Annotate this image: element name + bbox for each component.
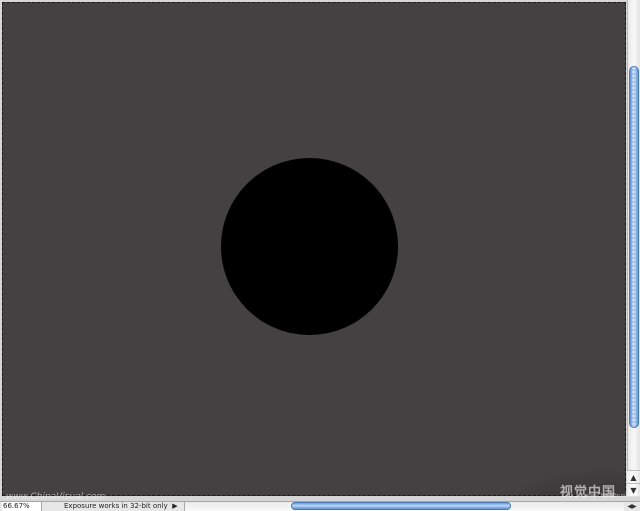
scroll-right-arrow-icon[interactable]: ▶ — [632, 503, 637, 510]
horizontal-scroll-thumb[interactable] — [291, 502, 511, 510]
status-bar: 66.67% Exposure works in 32-bit only ▶ ◀… — [0, 501, 640, 511]
black-circle-shape[interactable] — [221, 158, 398, 335]
watermark-english-text: www.ChinaVisual.com — [584, 493, 639, 499]
triangle-right-icon[interactable]: ▶ — [170, 502, 180, 511]
vertical-scroll-thumb[interactable] — [629, 66, 639, 428]
status-message: Exposure works in 32-bit only — [64, 502, 168, 510]
canvas[interactable] — [2, 2, 626, 496]
watermark-logo: 视觉中国 www.ChinaVisual.com — [560, 481, 640, 501]
horizontal-scrollbar[interactable] — [184, 502, 624, 511]
vertical-scrollbar[interactable] — [627, 0, 640, 496]
zoom-level-field[interactable]: 66.67% — [2, 502, 42, 511]
horizontal-scroll-arrows: ◀▶ — [624, 502, 640, 511]
document-window: ▲ ▼ www.ChinaVisual.com 视觉中国 www.ChinaVi… — [0, 0, 640, 511]
